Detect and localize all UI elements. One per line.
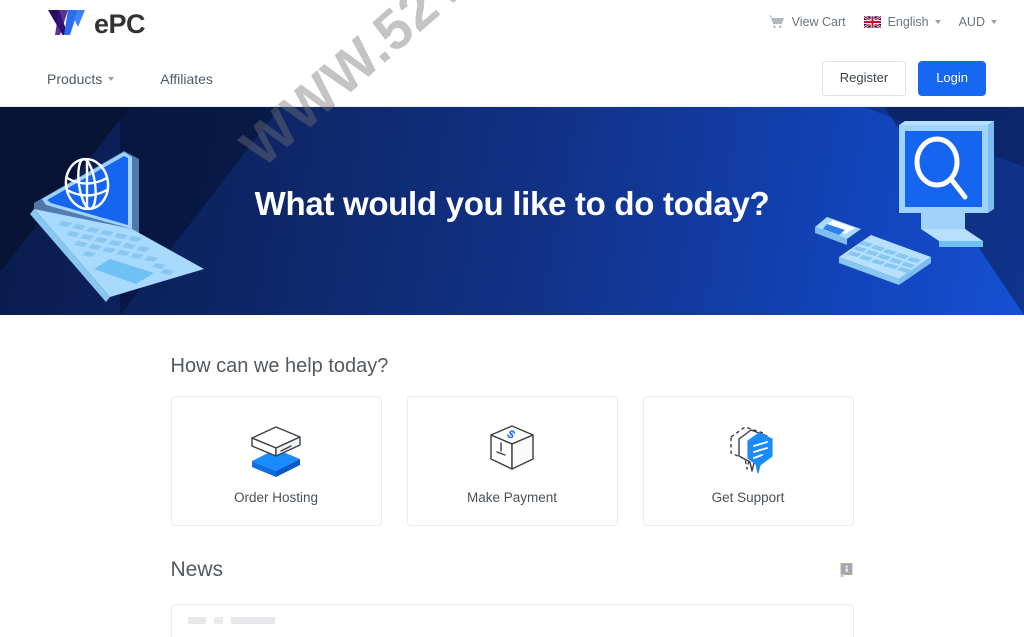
nav-item-products-label: Products xyxy=(47,70,103,87)
news-item-placeholder-1 xyxy=(187,617,206,624)
stacked-chat-bubbles-icon xyxy=(719,421,777,477)
news-title: News xyxy=(170,558,224,581)
register-button[interactable]: Register xyxy=(821,61,907,96)
card-make-payment-label: Make Payment xyxy=(466,490,558,505)
shopping-cart-icon xyxy=(768,15,784,28)
help-section-heading: How can we help today? xyxy=(170,355,389,377)
w-logo-icon xyxy=(48,10,85,35)
uk-flag-icon xyxy=(863,15,881,28)
news-item-placeholder-2 xyxy=(213,617,223,624)
card-get-support-label: Get Support xyxy=(711,490,785,505)
chevron-down-icon xyxy=(991,19,997,24)
language-selector[interactable]: English xyxy=(855,15,950,29)
rss-feed-icon[interactable] xyxy=(840,562,854,578)
chevron-down-icon xyxy=(934,19,941,24)
news-list-container xyxy=(170,604,854,637)
currency-selector[interactable]: AUD xyxy=(950,15,1006,29)
news-header: News xyxy=(171,558,854,582)
card-order-hosting[interactable]: Order Hosting xyxy=(170,396,382,526)
card-make-payment[interactable]: $ Make Payment xyxy=(406,396,618,526)
utility-bar: ePC View Cart English AUD xyxy=(0,0,1024,50)
quick-action-cards: Order Hosting $ Make Payment Get Support xyxy=(170,396,854,526)
view-cart-link[interactable]: View Cart xyxy=(759,14,855,29)
main-content: How can we help today? Order Hosting $ M… xyxy=(0,315,1024,637)
news-list-item[interactable] xyxy=(187,617,837,624)
news-item-placeholder-3 xyxy=(230,617,275,624)
card-order-hosting-label: Order Hosting xyxy=(233,490,319,505)
auth-buttons: Register Login xyxy=(821,50,986,107)
nav-item-affiliates-label: Affiliates xyxy=(160,70,213,87)
main-navigation: Products Affiliates Register Login xyxy=(0,50,1024,107)
card-get-support[interactable]: Get Support xyxy=(642,396,854,526)
view-cart-label: View Cart xyxy=(791,14,846,29)
nav-item-products[interactable]: Products xyxy=(47,71,130,87)
hero-title: What would you like to do today? xyxy=(254,185,770,222)
language-label: English xyxy=(887,14,929,29)
nav-item-affiliates[interactable]: Affiliates xyxy=(160,71,229,87)
site-logo[interactable]: ePC xyxy=(47,7,146,41)
nav-links: Products Affiliates xyxy=(47,50,229,107)
login-button[interactable]: Login xyxy=(918,61,986,96)
currency-label: AUD xyxy=(958,14,985,29)
logo-text: ePC xyxy=(94,8,146,39)
utility-bar-items: View Cart English AUD xyxy=(759,14,1006,29)
hero-banner: What would you like to do today? xyxy=(0,107,1024,315)
dollar-package-box-icon: $ xyxy=(483,421,541,477)
chevron-down-icon xyxy=(108,76,115,81)
stacked-server-boxes-icon xyxy=(247,421,305,477)
